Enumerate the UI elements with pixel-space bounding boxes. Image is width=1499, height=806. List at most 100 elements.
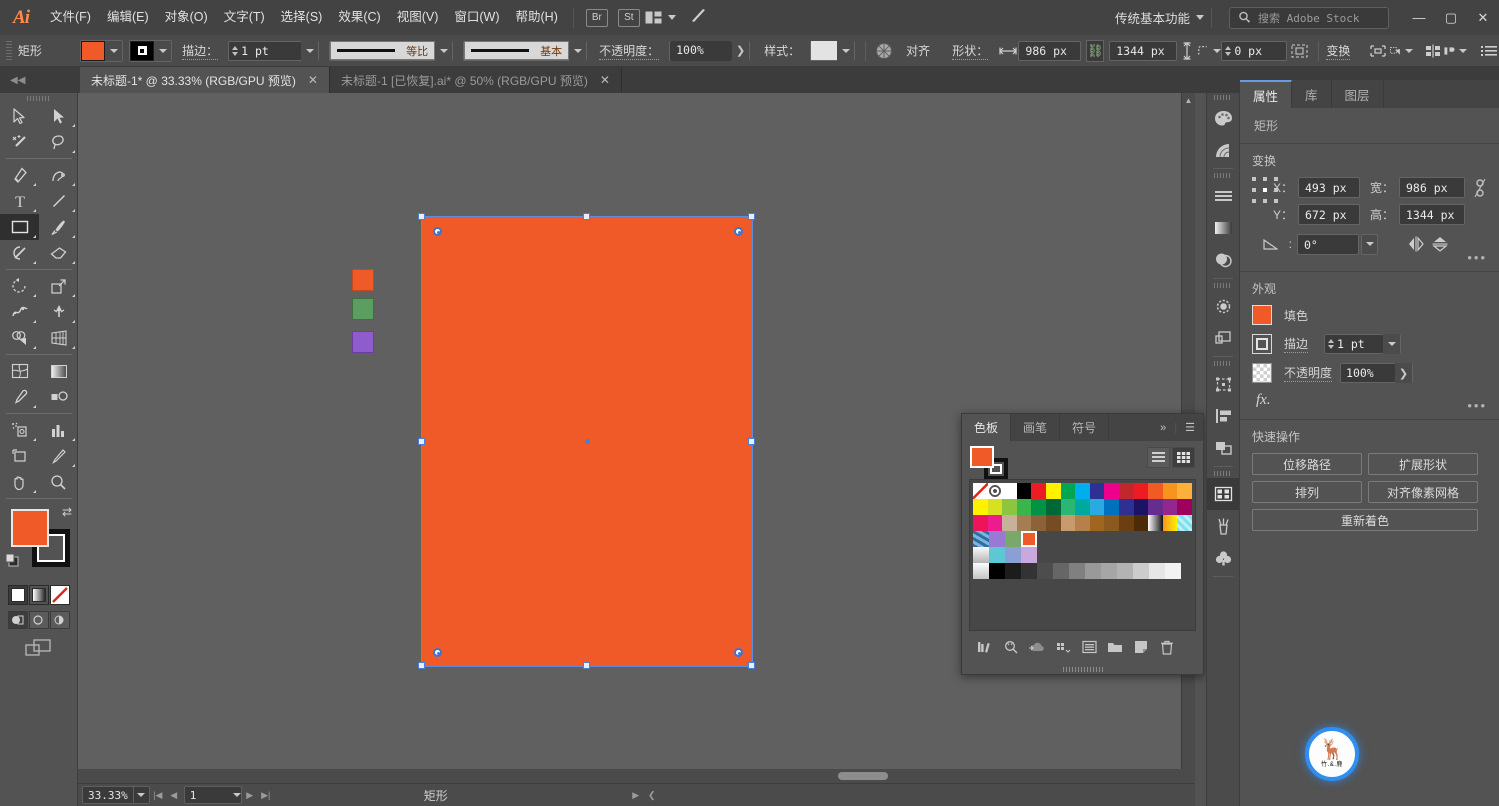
color-mode-none-button[interactable] [49, 585, 70, 605]
zoom-tool[interactable] [39, 469, 78, 495]
direct-selection-tool[interactable] [39, 103, 78, 129]
tab-layers[interactable]: 图层 [1332, 80, 1384, 108]
graphic-style-control[interactable] [810, 40, 856, 61]
delete-swatch-icon[interactable] [1156, 637, 1178, 657]
swatch-cell[interactable] [1002, 499, 1017, 515]
tab-libraries[interactable]: 库 [1292, 80, 1332, 108]
swatch-cell[interactable] [1045, 499, 1061, 515]
swatch-libraries-icon[interactable] [974, 637, 996, 657]
fill-dropdown-button[interactable] [105, 40, 123, 61]
default-fill-stroke-icon[interactable] [5, 553, 19, 567]
transform-icon[interactable] [1207, 368, 1239, 400]
swatch-cell[interactable] [1060, 499, 1076, 515]
height-field[interactable]: 1344 px [1399, 204, 1465, 225]
swatch-cell[interactable] [1002, 483, 1017, 499]
canvas-horizontal-scrollbar[interactable] [78, 769, 1195, 783]
stroke-color-control[interactable] [129, 39, 173, 62]
swatch-cell[interactable] [973, 547, 989, 563]
swatch-cell[interactable] [1045, 515, 1061, 531]
selection-handle-mr[interactable] [748, 438, 755, 445]
eraser-tool[interactable] [39, 240, 78, 266]
isolate-selected-button[interactable] [1368, 40, 1388, 62]
swatch-cell[interactable] [973, 563, 989, 579]
color-guide-icon[interactable] [1207, 134, 1239, 166]
swatch-cell[interactable] [1021, 531, 1037, 547]
appearance-stroke-swatch[interactable] [1252, 334, 1272, 354]
swatch-cell[interactable] [1148, 515, 1163, 531]
workspace-caret-icon[interactable] [1196, 15, 1204, 20]
corner-radius-stepper[interactable] [1222, 45, 1234, 56]
offset-path-button[interactable]: 位移路径 [1252, 453, 1362, 475]
control-panel-options-button[interactable] [1479, 40, 1499, 62]
toolbar-fill-swatch[interactable] [11, 509, 49, 547]
swatch-cell[interactable] [1031, 483, 1046, 499]
swatches-panel-resize-grip[interactable] [1062, 667, 1103, 672]
stroke-weight-dropdown[interactable] [301, 40, 319, 61]
swatch-cell[interactable] [987, 483, 1003, 499]
transparency-icon[interactable] [1207, 244, 1239, 276]
mini-swatch-green[interactable] [352, 298, 374, 320]
cc-libraries-icon[interactable] [1026, 637, 1048, 657]
swatch-cell[interactable] [1089, 499, 1105, 515]
document-tab-2[interactable]: 未标题-1 [已恢复].ai* @ 50% (RGB/GPU 预览) ✕ [329, 67, 622, 93]
brush-definition-preview[interactable]: 基本 [464, 41, 570, 60]
artboard-number-control[interactable]: 1 [183, 786, 242, 804]
draw-inside-button[interactable] [49, 611, 70, 629]
shape-width-value[interactable]: 986 px [1018, 40, 1082, 61]
swatch-cell[interactable] [973, 483, 988, 499]
home-screen-button[interactable] [690, 8, 708, 27]
menu-effect[interactable]: 效果(C) [330, 0, 388, 35]
swatch-cell[interactable] [989, 563, 1005, 579]
appearance-fill-swatch[interactable] [1252, 305, 1272, 325]
y-field[interactable]: 672 px [1298, 204, 1360, 225]
swatch-cell[interactable] [1016, 483, 1032, 499]
color-icon[interactable] [1207, 102, 1239, 134]
layers-stack-icon[interactable] [1207, 322, 1239, 354]
reference-point-selector[interactable] [1252, 177, 1278, 203]
brush-dropdown[interactable] [569, 40, 587, 61]
color-mode-gradient-button[interactable] [28, 585, 49, 605]
recolor-artwork-button[interactable] [874, 40, 894, 62]
bridge-button[interactable]: Br [585, 8, 608, 27]
menu-type[interactable]: 文字(T) [216, 0, 273, 35]
brushes-icon[interactable] [1207, 510, 1239, 542]
shape-builder-tool[interactable] [0, 325, 39, 351]
swatch-cell[interactable] [1075, 483, 1090, 499]
expand-shape-button[interactable]: 扩展形状 [1368, 453, 1478, 475]
symbol-sprayer-tool[interactable] [0, 417, 39, 443]
swatch-cell[interactable] [1069, 563, 1085, 579]
mini-swatch-orange[interactable] [352, 269, 374, 291]
swatch-cell[interactable] [1117, 563, 1133, 579]
rectangle-tool[interactable] [0, 214, 39, 240]
swatch-cell[interactable] [1060, 515, 1076, 531]
swatch-cell[interactable] [1162, 499, 1178, 515]
swatch-options-icon[interactable] [1078, 637, 1100, 657]
swatch-cell[interactable] [987, 499, 1003, 515]
status-flyout-button[interactable]: ▶ [628, 786, 644, 804]
swatch-cell[interactable] [1118, 483, 1134, 499]
window-maximize-button[interactable]: ▢ [1435, 7, 1467, 29]
swatch-cell[interactable] [1089, 483, 1105, 499]
stock-button[interactable]: St [617, 8, 640, 27]
appearance-opacity-control[interactable]: 100% ❯ [1340, 363, 1414, 383]
blend-tool[interactable] [39, 384, 78, 410]
appearance-stroke-label[interactable]: 描边 [1284, 335, 1309, 353]
angle-dropdown[interactable] [1361, 233, 1378, 255]
stroke-weight-value[interactable]: 1 pt [241, 44, 301, 58]
prev-artboard-button[interactable]: ◀ [166, 786, 182, 804]
swatch-cell[interactable] [989, 547, 1005, 563]
swatch-cell[interactable] [1037, 563, 1053, 579]
color-group-icon[interactable] [1000, 637, 1022, 657]
selection-handle-tr[interactable] [748, 213, 755, 220]
swatch-cell[interactable] [1177, 483, 1192, 499]
screen-mode-button[interactable] [0, 639, 77, 657]
swatch-cell[interactable] [1118, 499, 1134, 515]
swatch-cell[interactable] [1045, 483, 1061, 499]
add-effect-button[interactable]: fx. [1256, 392, 1487, 409]
show-bounding-box-button[interactable] [1289, 40, 1309, 62]
grid-view-button[interactable] [1172, 447, 1195, 468]
document-tab-2-close-icon[interactable]: ✕ [600, 73, 610, 87]
status-collapse-button[interactable]: ❮ [644, 786, 660, 804]
document-tab-1-close-icon[interactable]: ✕ [308, 73, 318, 87]
appearance-opacity-label[interactable]: 不透明度 [1284, 364, 1333, 382]
